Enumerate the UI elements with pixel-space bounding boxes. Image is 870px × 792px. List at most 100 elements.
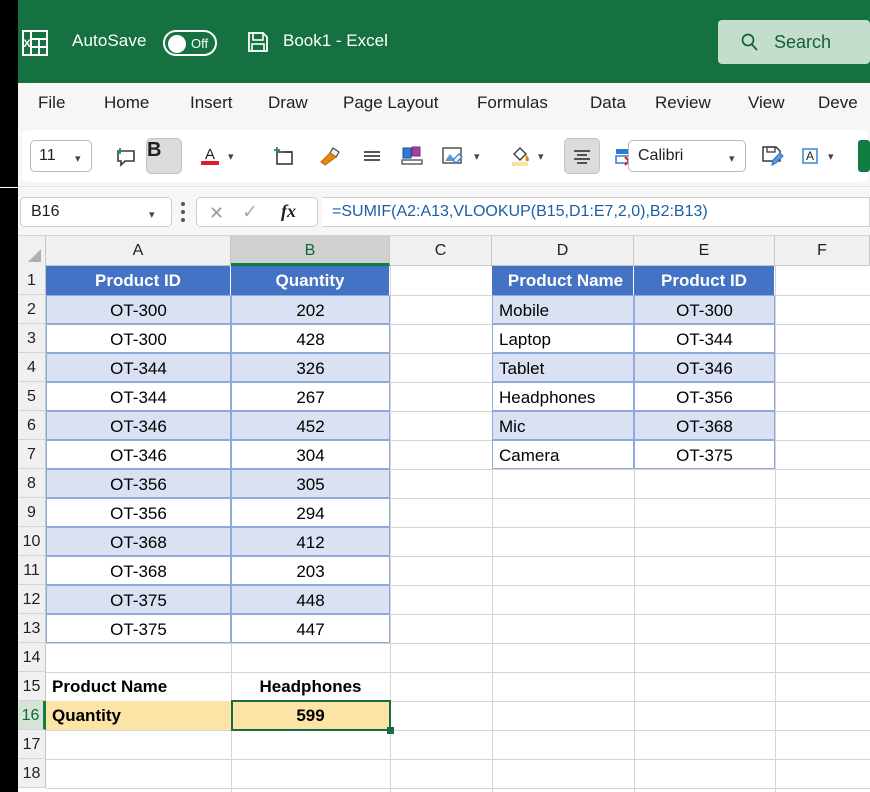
column-header-c[interactable]: C bbox=[390, 236, 492, 266]
cell-a11[interactable]: OT-368 bbox=[46, 556, 231, 585]
column-header-d[interactable]: D bbox=[492, 236, 634, 266]
cell-b13[interactable]: 447 bbox=[231, 614, 390, 643]
cell-e6[interactable]: OT-368 bbox=[634, 411, 775, 440]
font-color-chevron-down-icon[interactable]: ▾ bbox=[228, 150, 234, 163]
cell-b8[interactable]: 305 bbox=[231, 469, 390, 498]
close-icon[interactable]: ✕ bbox=[209, 203, 224, 224]
row-header-11[interactable]: 11 bbox=[18, 556, 46, 585]
cell-b15[interactable]: Headphones bbox=[231, 672, 390, 701]
cell-a10[interactable]: OT-368 bbox=[46, 527, 231, 556]
cell-b5[interactable]: 267 bbox=[231, 382, 390, 411]
insert-cells-icon[interactable] bbox=[266, 138, 302, 174]
cell-b3[interactable]: 428 bbox=[231, 324, 390, 353]
formula-input[interactable]: =SUMIF(A2:A13,VLOOKUP(B15,D1:E7,2,0),B2:… bbox=[322, 197, 870, 227]
row-header-5[interactable]: 5 bbox=[18, 382, 46, 411]
row-header-3[interactable]: 3 bbox=[18, 324, 46, 353]
cell-b12[interactable]: 448 bbox=[231, 585, 390, 614]
cell-d7[interactable]: Camera bbox=[492, 440, 634, 469]
cell-a12[interactable]: OT-375 bbox=[46, 585, 231, 614]
new-comment-icon[interactable] bbox=[108, 138, 144, 174]
align-icon[interactable] bbox=[354, 138, 390, 174]
save-icon[interactable] bbox=[246, 30, 270, 54]
text-direction-chevron-down-icon[interactable]: ▾ bbox=[828, 150, 834, 163]
cell-e5[interactable]: OT-356 bbox=[634, 382, 775, 411]
row-header-9[interactable]: 9 bbox=[18, 498, 46, 527]
cell-a8[interactable]: OT-356 bbox=[46, 469, 231, 498]
tab-file[interactable]: File bbox=[38, 93, 65, 113]
cell-a16[interactable]: Quantity bbox=[46, 701, 231, 730]
bold-button[interactable]: B bbox=[146, 138, 182, 174]
check-icon[interactable]: ✓ bbox=[242, 201, 258, 224]
cell-d4[interactable]: Tablet bbox=[492, 353, 634, 382]
cell-e3[interactable]: OT-344 bbox=[634, 324, 775, 353]
cell-e2[interactable]: OT-300 bbox=[634, 295, 775, 324]
row-header-17[interactable]: 17 bbox=[18, 730, 46, 759]
tab-draw[interactable]: Draw bbox=[268, 93, 308, 113]
formula-bar-more-icon[interactable] bbox=[181, 202, 185, 226]
row-header-16[interactable]: 16 bbox=[18, 701, 46, 730]
cell-d3[interactable]: Laptop bbox=[492, 324, 634, 353]
cell-b9[interactable]: 294 bbox=[231, 498, 390, 527]
row-header-14[interactable]: 14 bbox=[18, 643, 46, 672]
row-header-15[interactable]: 15 bbox=[18, 672, 46, 701]
autosave-toggle[interactable]: Off bbox=[163, 30, 217, 56]
row-header-7[interactable]: 7 bbox=[18, 440, 46, 469]
cell-a5[interactable]: OT-344 bbox=[46, 382, 231, 411]
tab-developer[interactable]: Deve bbox=[818, 93, 858, 113]
column-header-b[interactable]: B bbox=[231, 236, 390, 266]
cell-a4[interactable]: OT-344 bbox=[46, 353, 231, 382]
align-center-button[interactable] bbox=[564, 138, 600, 174]
cell-e4[interactable]: OT-346 bbox=[634, 353, 775, 382]
row-header-12[interactable]: 12 bbox=[18, 585, 46, 614]
row-header-8[interactable]: 8 bbox=[18, 469, 46, 498]
font-color-icon[interactable]: A bbox=[192, 138, 228, 174]
cell-d6[interactable]: Mic bbox=[492, 411, 634, 440]
row-header-1[interactable]: 1 bbox=[18, 266, 46, 295]
format-painter-icon[interactable] bbox=[312, 138, 348, 174]
tab-page-layout[interactable]: Page Layout bbox=[343, 93, 438, 113]
cell-a2[interactable]: OT-300 bbox=[46, 295, 231, 324]
cell-a15[interactable]: Product Name bbox=[46, 672, 231, 701]
font-size-select[interactable]: 11 ▾ bbox=[30, 140, 92, 172]
cell-b11[interactable]: 203 bbox=[231, 556, 390, 585]
green-accent-button[interactable] bbox=[858, 140, 870, 172]
cell-b6[interactable]: 452 bbox=[231, 411, 390, 440]
cell-b16[interactable]: 599 bbox=[231, 701, 390, 730]
fx-icon[interactable]: fx bbox=[281, 201, 296, 222]
cell-a13[interactable]: OT-375 bbox=[46, 614, 231, 643]
cell-e7[interactable]: OT-375 bbox=[634, 440, 775, 469]
picture-format-icon[interactable] bbox=[434, 138, 470, 174]
cell-a9[interactable]: OT-356 bbox=[46, 498, 231, 527]
text-direction-icon[interactable]: A bbox=[792, 138, 828, 174]
row-header-18[interactable]: 18 bbox=[18, 759, 46, 788]
tab-data[interactable]: Data bbox=[590, 93, 626, 113]
cell-d2[interactable]: Mobile bbox=[492, 295, 634, 324]
fill-color-chevron-down-icon[interactable]: ▾ bbox=[538, 150, 544, 163]
name-box[interactable]: B16 ▾ bbox=[20, 197, 172, 227]
cell-b2[interactable]: 202 bbox=[231, 295, 390, 324]
column-header-e[interactable]: E bbox=[634, 236, 775, 266]
cell-b10[interactable]: 412 bbox=[231, 527, 390, 556]
cell-d1[interactable]: Product Name bbox=[492, 266, 634, 295]
column-header-f[interactable]: F bbox=[775, 236, 870, 266]
picture-format-chevron-down-icon[interactable]: ▾ bbox=[474, 150, 480, 163]
save-as-icon[interactable] bbox=[754, 138, 790, 174]
spreadsheet-grid[interactable]: A B C D E F 1 2 3 4 5 6 7 8 9 10 11 12 1… bbox=[0, 236, 870, 792]
fill-handle[interactable] bbox=[387, 727, 394, 734]
cell-e1[interactable]: Product ID bbox=[634, 266, 775, 295]
cell-b1[interactable]: Quantity bbox=[231, 266, 390, 295]
search-input[interactable]: Search bbox=[718, 20, 870, 64]
cell-d5[interactable]: Headphones bbox=[492, 382, 634, 411]
cell-b7[interactable]: 304 bbox=[231, 440, 390, 469]
font-name-select[interactable]: Calibri ▾ bbox=[628, 140, 746, 172]
row-header-6[interactable]: 6 bbox=[18, 411, 46, 440]
row-header-13[interactable]: 13 bbox=[18, 614, 46, 643]
tab-view[interactable]: View bbox=[748, 93, 785, 113]
select-all-button[interactable] bbox=[18, 236, 46, 266]
cell-b4[interactable]: 326 bbox=[231, 353, 390, 382]
cell-a7[interactable]: OT-346 bbox=[46, 440, 231, 469]
tab-formulas[interactable]: Formulas bbox=[477, 93, 548, 113]
tab-insert[interactable]: Insert bbox=[190, 93, 233, 113]
row-header-4[interactable]: 4 bbox=[18, 353, 46, 382]
column-header-a[interactable]: A bbox=[46, 236, 231, 266]
